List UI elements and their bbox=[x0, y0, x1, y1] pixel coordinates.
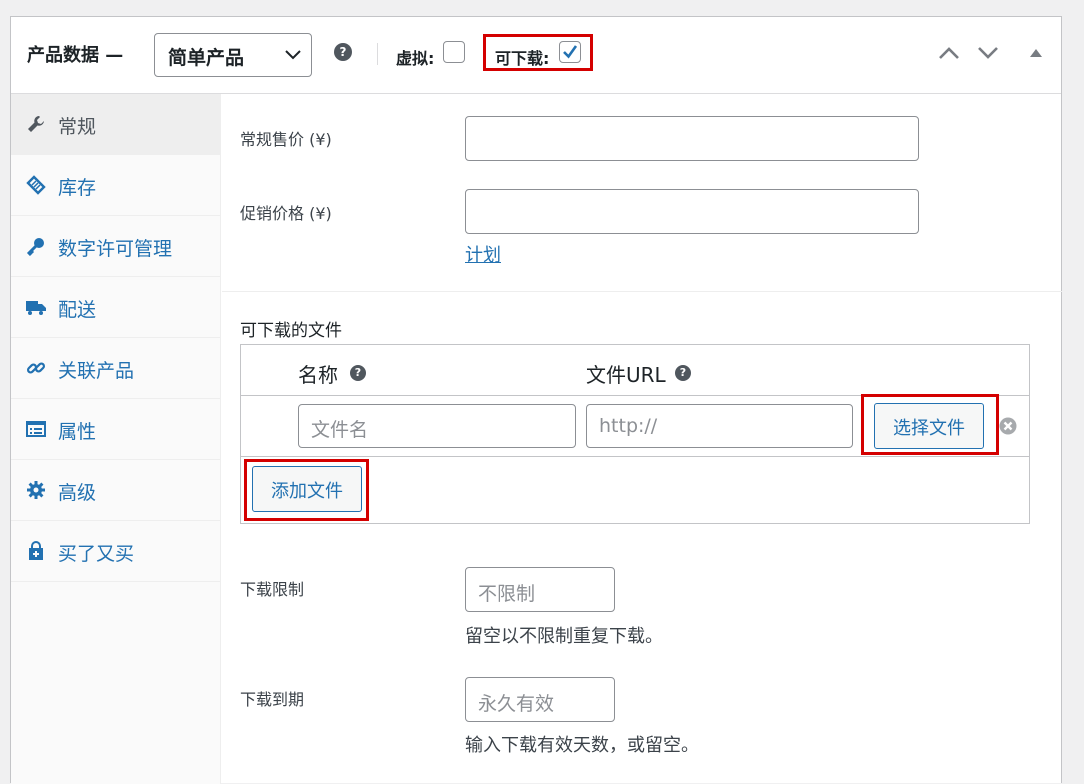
collapse-toggle-icon[interactable] bbox=[1029, 48, 1043, 58]
link-icon bbox=[26, 362, 46, 374]
tab-frequently-bought[interactable]: 买了又买 bbox=[11, 521, 220, 582]
tab-linked-products-label: 关联产品 bbox=[58, 360, 135, 382]
product-data-tabs: 常规 库存 数字许可管理 配送 关联产品 属性 高级 买了又买 bbox=[11, 94, 221, 784]
tab-frequently-bought-label: 买了又买 bbox=[58, 543, 135, 565]
gear-icon bbox=[27, 481, 45, 499]
chevron-down-icon bbox=[285, 50, 301, 60]
download-expiry-input[interactable]: 永久有效 bbox=[465, 677, 615, 722]
tab-license-management[interactable]: 数字许可管理 bbox=[11, 216, 220, 277]
file-name-input[interactable]: 文件名 bbox=[298, 404, 576, 448]
tab-inventory[interactable]: 库存 bbox=[11, 155, 220, 216]
product-type-select[interactable]: 简单产品 bbox=[154, 33, 312, 77]
schedule-link[interactable]: 计划 bbox=[465, 241, 501, 267]
product-data-panel: 产品数据 — 简单产品 ? 虚拟: 可下载: 常规 库存 数字许可管理 配送 关… bbox=[10, 16, 1062, 784]
downloadable-files-title: 可下载的文件 bbox=[240, 321, 342, 341]
checkmark-icon bbox=[563, 45, 578, 59]
downloadable-checkbox[interactable] bbox=[559, 41, 581, 63]
panel-title: 产品数据 — bbox=[27, 45, 124, 66]
header-divider bbox=[377, 43, 378, 65]
virtual-checkbox[interactable] bbox=[443, 41, 465, 63]
tab-advanced-label: 高级 bbox=[58, 482, 97, 504]
tab-shipping-label: 配送 bbox=[58, 299, 97, 321]
choose-file-button[interactable]: 选择文件 bbox=[874, 403, 984, 449]
tab-general-label: 常规 bbox=[58, 116, 97, 138]
regular-price-input[interactable] bbox=[465, 116, 919, 161]
section-divider bbox=[222, 291, 1062, 292]
sale-price-input[interactable] bbox=[465, 189, 919, 234]
tab-attributes-label: 属性 bbox=[58, 421, 97, 443]
tab-advanced[interactable]: 高级 bbox=[11, 460, 220, 521]
regular-price-label: 常规售价 (¥) bbox=[240, 130, 332, 149]
download-expiry-label: 下载到期 bbox=[240, 690, 305, 709]
add-file-button[interactable]: 添加文件 bbox=[252, 466, 362, 512]
tab-shipping[interactable]: 配送 bbox=[11, 277, 220, 338]
download-limit-input[interactable]: 不限制 bbox=[465, 567, 615, 612]
table-divider bbox=[241, 456, 1029, 457]
tab-linked-products[interactable]: 关联产品 bbox=[11, 338, 220, 399]
download-limit-label: 下载限制 bbox=[240, 580, 305, 599]
tab-license-management-label: 数字许可管理 bbox=[58, 238, 173, 260]
move-up-icon[interactable] bbox=[938, 46, 960, 60]
download-limit-description: 留空以不限制重复下载。 bbox=[465, 626, 663, 647]
product-type-value: 简单产品 bbox=[168, 47, 245, 69]
file-url-input[interactable]: http:// bbox=[586, 404, 853, 448]
wrench-icon bbox=[28, 116, 44, 132]
downloadable-files-table: 名称 ? 文件URL ? 文件名 http:// 选择文件 添加文件 bbox=[240, 344, 1030, 524]
sale-price-label: 促销价格 (¥) bbox=[240, 204, 332, 223]
downloadable-label: 可下载: bbox=[495, 49, 550, 68]
truck-icon bbox=[26, 301, 46, 315]
help-icon[interactable]: ? bbox=[675, 365, 691, 381]
bag-icon bbox=[29, 541, 43, 560]
help-icon[interactable]: ? bbox=[334, 43, 352, 61]
col-name-header: 名称 bbox=[298, 363, 338, 387]
tab-inventory-label: 库存 bbox=[58, 177, 97, 199]
panel-header: 产品数据 — 简单产品 ? 虚拟: 可下载: bbox=[11, 17, 1061, 94]
help-icon[interactable]: ? bbox=[350, 365, 366, 381]
tab-general[interactable]: 常规 bbox=[11, 94, 220, 155]
move-down-icon[interactable] bbox=[977, 46, 999, 60]
remove-file-icon[interactable] bbox=[999, 417, 1017, 435]
key-icon bbox=[26, 238, 44, 256]
virtual-label: 虚拟: bbox=[396, 49, 435, 68]
col-url-header: 文件URL bbox=[586, 363, 666, 387]
tag-icon bbox=[26, 175, 46, 195]
general-panel: 常规售价 (¥) 促销价格 (¥) 计划 可下载的文件 名称 ? 文件URL ?… bbox=[222, 94, 1062, 784]
tab-attributes[interactable]: 属性 bbox=[11, 399, 220, 460]
download-expiry-description: 输入下载有效天数，或留空。 bbox=[465, 735, 699, 756]
list-icon bbox=[26, 421, 46, 437]
